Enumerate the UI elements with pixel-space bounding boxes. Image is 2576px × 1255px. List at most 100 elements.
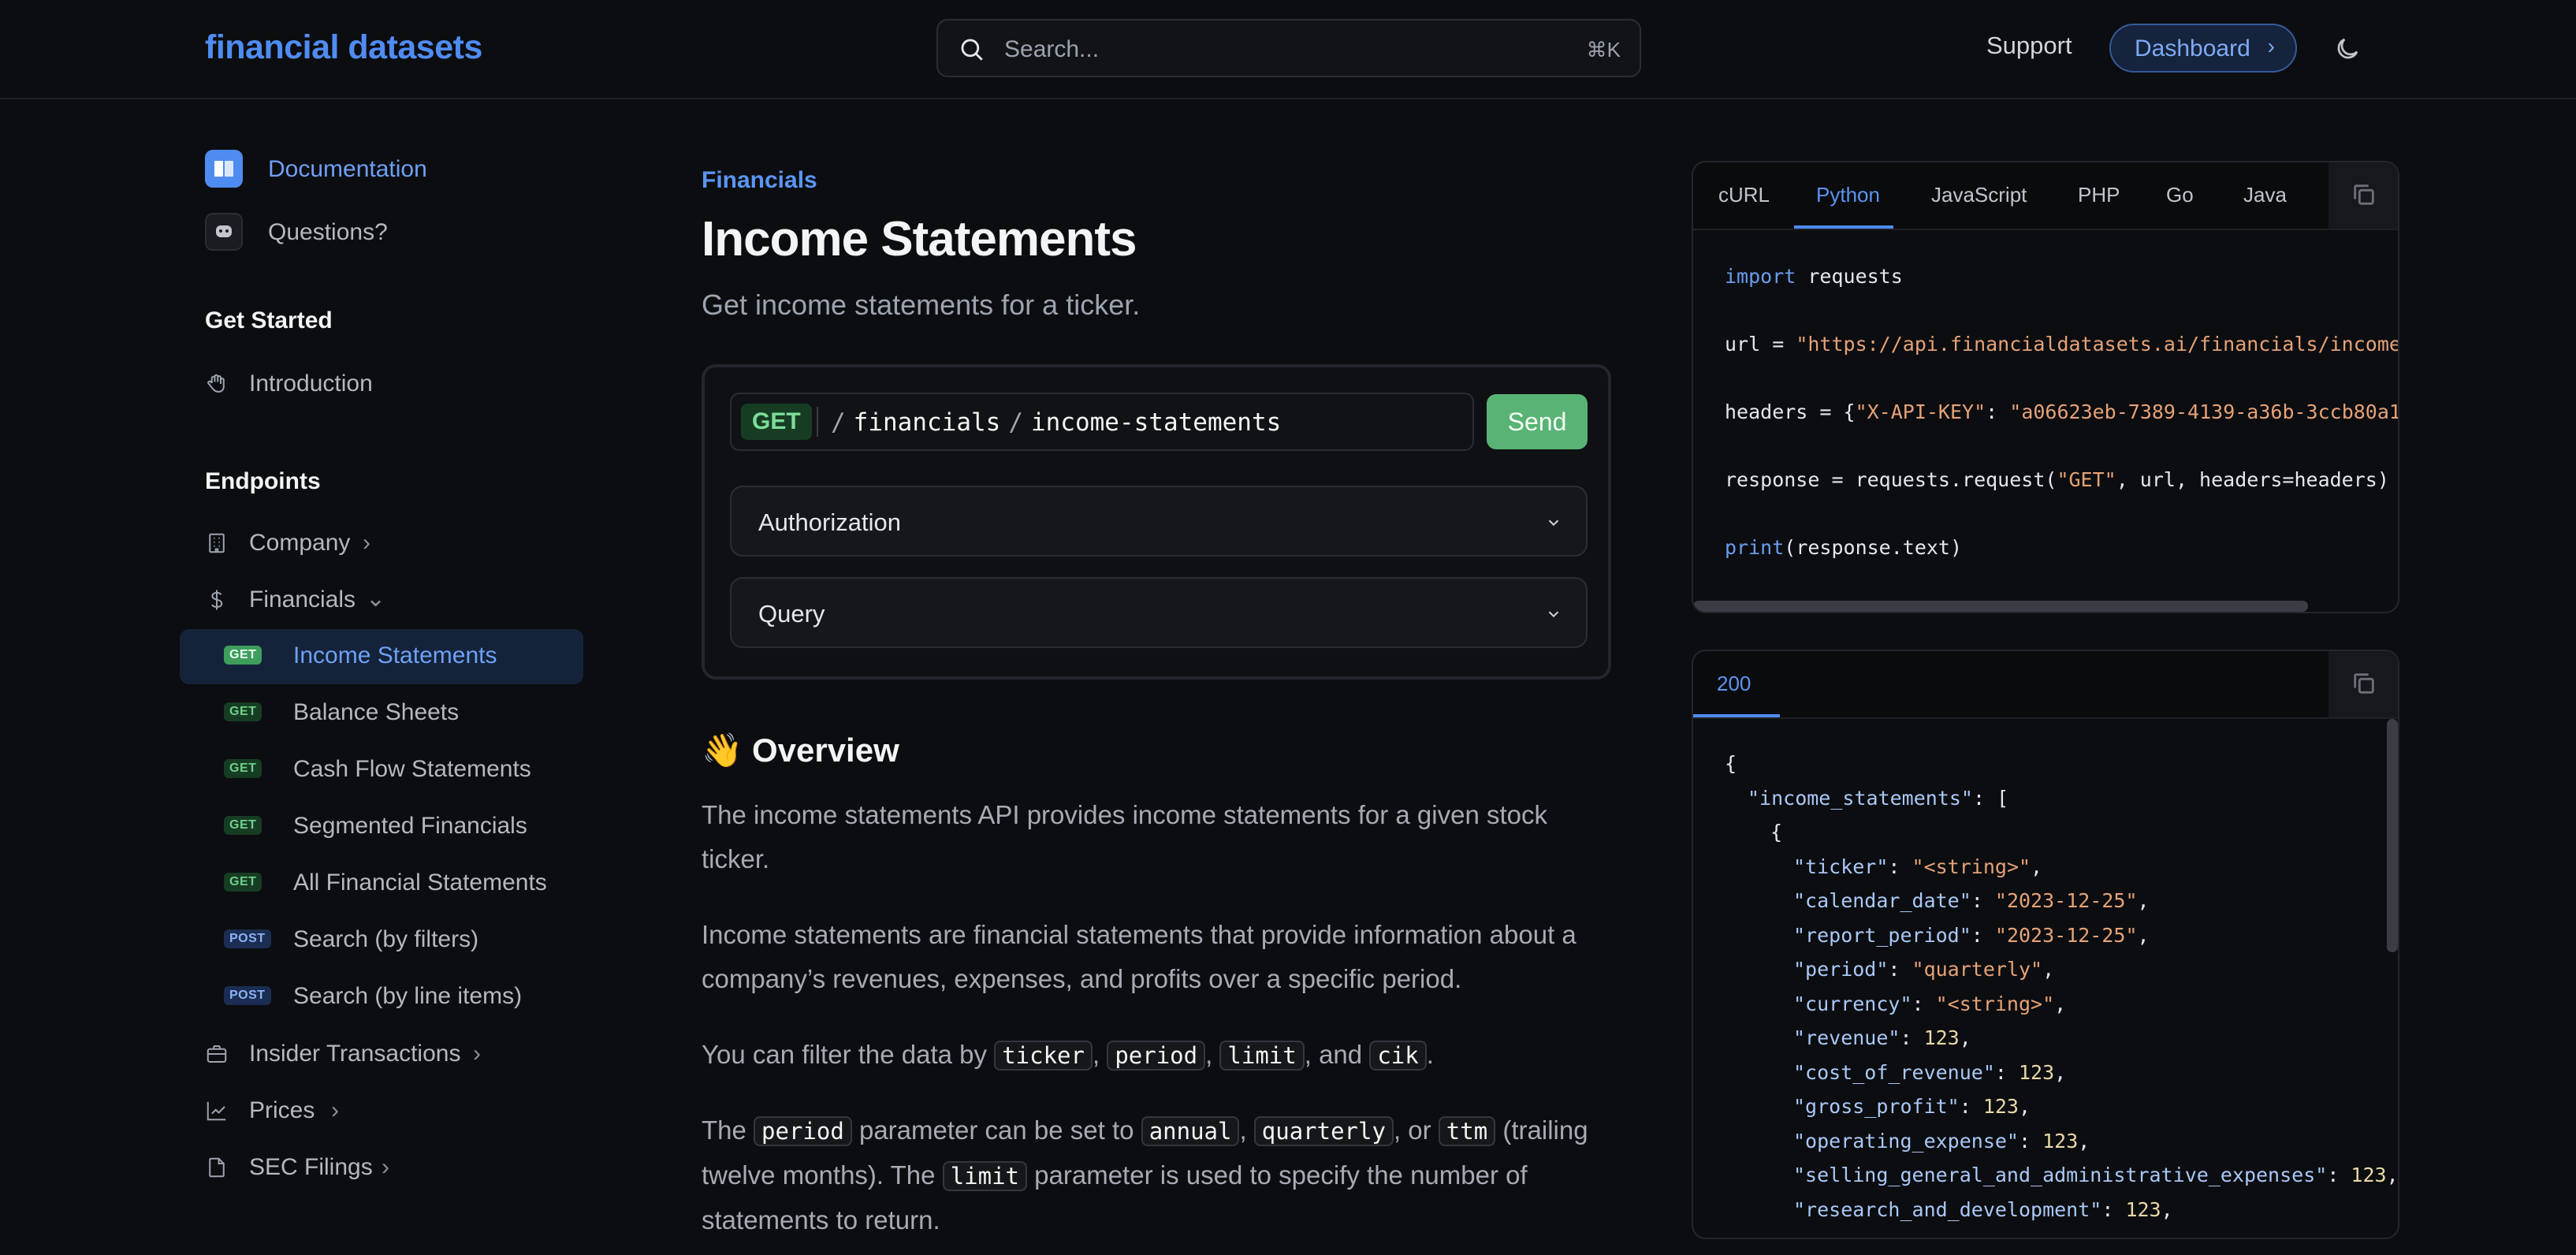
tab-curl[interactable]: cURL bbox=[1718, 183, 1770, 207]
book-icon bbox=[205, 150, 243, 188]
logo[interactable]: financial datasets bbox=[205, 28, 482, 67]
sidebar-item-search-by-line-items[interactable]: POST Search (by line items) bbox=[224, 970, 583, 1025]
discord-icon bbox=[205, 213, 243, 251]
inline-code: quarterly bbox=[1253, 1116, 1394, 1146]
chevron-right-icon: › bbox=[382, 1154, 389, 1180]
sidebar-item-label: Balance Sheets bbox=[293, 699, 460, 725]
method-badge: GET bbox=[224, 702, 262, 721]
code-line: print(response.text) bbox=[1725, 536, 1963, 559]
chevron-down-icon bbox=[1548, 520, 1559, 527]
method-badge: GET bbox=[224, 759, 262, 778]
sidebar-item-segmented-financials[interactable]: GET Segmented Financials bbox=[224, 799, 583, 855]
chevron-right-icon: › bbox=[331, 1097, 339, 1123]
search-placeholder: Search... bbox=[1004, 36, 1100, 62]
method-badge: GET bbox=[224, 816, 262, 835]
code-line: headers = {"X-API-KEY": "a06623eb-7389-4… bbox=[1725, 400, 2399, 423]
response-tabs: 200 bbox=[1693, 651, 2398, 719]
dollar-icon bbox=[210, 590, 223, 610]
api-playground: GET / financials / income-statements Send A… bbox=[702, 364, 1611, 680]
tab-go[interactable]: Go bbox=[2166, 183, 2194, 207]
vertical-scrollbar[interactable] bbox=[2387, 719, 2398, 952]
tab-php[interactable]: PHP bbox=[2078, 183, 2120, 207]
overview-paragraph: Income statements are financial statemen… bbox=[702, 920, 1576, 993]
json-line: "calendar_date": "2023-12-25", bbox=[1793, 889, 2150, 912]
tab-javascript[interactable]: JavaScript bbox=[1931, 183, 2027, 207]
search-icon bbox=[961, 39, 983, 61]
file-icon bbox=[209, 1157, 225, 1178]
inline-code: period bbox=[754, 1116, 852, 1146]
chevron-down-icon: ⌄ bbox=[366, 586, 386, 612]
sidebar-item-balance-sheets[interactable]: GET Balance Sheets bbox=[224, 686, 583, 741]
path-segment: income-statements bbox=[1030, 408, 1282, 437]
top-header: financial datasets Search... ⌘K Support … bbox=[0, 0, 2576, 99]
support-link[interactable]: Support bbox=[1986, 32, 2072, 60]
method-badge: GET bbox=[741, 404, 812, 440]
search-bar[interactable]: Search... ⌘K bbox=[936, 19, 1641, 77]
inline-code: ticker bbox=[994, 1041, 1093, 1071]
sidebar-item-label: Segmented Financials bbox=[293, 813, 527, 839]
sidebar-item-label: Cash Flow Statements bbox=[293, 756, 531, 782]
tab-status-200[interactable]: 200 bbox=[1717, 672, 1751, 696]
code-sample-panel: cURL Python JavaScript PHP Go Java impor… bbox=[1692, 161, 2399, 613]
horizontal-scrollbar[interactable] bbox=[1693, 601, 2308, 612]
tab-java[interactable]: Java bbox=[2243, 183, 2287, 207]
sidebar-item-label: SEC Filings bbox=[249, 1154, 373, 1180]
sidebar-item-all-financial-statements[interactable]: GET All Financial Statements bbox=[224, 856, 583, 911]
json-line: "operating_expense": 123, bbox=[1793, 1129, 2090, 1153]
code-line: import requests bbox=[1725, 265, 1903, 288]
language-tabs: cURL Python JavaScript PHP Go Java bbox=[1693, 162, 2398, 230]
dashboard-label: Dashboard bbox=[2135, 35, 2250, 61]
hand-wave-icon bbox=[207, 374, 225, 393]
section-heading-endpoints: Endpoints bbox=[205, 468, 321, 494]
dashboard-button[interactable]: Dashboard › bbox=[2109, 24, 2297, 73]
json-line: { bbox=[1770, 821, 1783, 843]
period-paragraph: The period parameter can be set to annua… bbox=[702, 1115, 1588, 1235]
request-url-bar[interactable]: GET / financials / income-statements bbox=[730, 393, 1474, 451]
json-line: "period": "quarterly", bbox=[1793, 958, 2055, 981]
json-line: "ticker": "<string>", bbox=[1793, 855, 2043, 878]
code-line: url = "https://api.financialdatasets.ai/… bbox=[1725, 333, 2399, 356]
copy-button[interactable] bbox=[2328, 651, 2398, 717]
inline-code: annual bbox=[1141, 1116, 1240, 1146]
method-badge: GET bbox=[224, 873, 262, 892]
sidebar-item-income-statements[interactable]: GET Income Statements bbox=[180, 629, 583, 684]
page-description: Get income statements for a ticker. bbox=[702, 289, 1141, 321]
section-heading-get-started: Get Started bbox=[205, 307, 333, 333]
json-line: "currency": "<string>", bbox=[1793, 992, 2067, 1015]
search-shortcut: ⌘K bbox=[1586, 38, 1621, 61]
overview-paragraph: The income statements API provides incom… bbox=[702, 800, 1547, 873]
copy-button[interactable] bbox=[2328, 162, 2398, 229]
sidebar-item-label: Search (by filters) bbox=[293, 926, 479, 952]
active-tab-indicator bbox=[1693, 714, 1780, 717]
chevron-right-icon: › bbox=[2267, 34, 2275, 58]
sidebar-item-label: Insider Transactions bbox=[249, 1041, 461, 1067]
sidebar-item-label: Income Statements bbox=[293, 642, 497, 668]
json-line: { bbox=[1725, 752, 1737, 775]
tab-python[interactable]: Python bbox=[1816, 183, 1880, 207]
sidebar-item-cash-flow-statements[interactable]: GET Cash Flow Statements bbox=[224, 743, 583, 798]
inline-code: limit bbox=[1219, 1041, 1305, 1071]
response-panel: 200 {"income_statements": [{"ticker": "<… bbox=[1692, 650, 2399, 1239]
inline-code: period bbox=[1107, 1041, 1206, 1071]
method-badge: GET bbox=[224, 646, 262, 665]
json-line: "report_period": "2023-12-25", bbox=[1793, 923, 2150, 947]
sidebar-item-label: Introduction bbox=[249, 371, 373, 397]
active-tab-indicator bbox=[1794, 225, 1893, 229]
send-button[interactable]: Send bbox=[1487, 394, 1588, 449]
code-line: response = requests.request("GET", url, … bbox=[1725, 468, 2389, 491]
sidebar-item-label: Search (by line items) bbox=[293, 983, 523, 1009]
moon-icon[interactable] bbox=[2333, 35, 2362, 63]
chevron-right-icon: › bbox=[473, 1041, 481, 1067]
accordion-label: Authorization bbox=[758, 508, 901, 536]
method-badge: POST bbox=[224, 986, 271, 1005]
chevron-down-icon bbox=[1548, 611, 1559, 618]
query-accordion[interactable]: Query bbox=[730, 577, 1588, 648]
page-title: Income Statements bbox=[702, 212, 1137, 266]
path-segment: financials bbox=[853, 408, 1001, 437]
sidebar-item-search-by-filters[interactable]: POST Search (by filters) bbox=[224, 913, 583, 968]
divider bbox=[817, 407, 818, 437]
briefcase-icon bbox=[207, 1045, 227, 1063]
authorization-accordion[interactable]: Authorization bbox=[730, 486, 1588, 557]
sidebar-item-label: All Financial Statements bbox=[293, 870, 547, 896]
accordion-label: Query bbox=[758, 600, 825, 628]
